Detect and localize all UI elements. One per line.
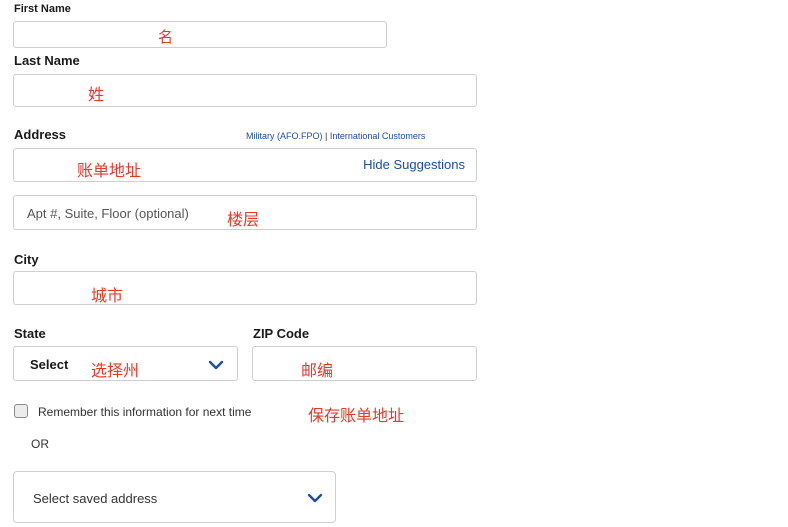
state-selected-value: Select xyxy=(30,357,69,372)
address-annotation: 账单地址 xyxy=(77,161,142,180)
zip-field[interactable] xyxy=(252,346,477,381)
international-customers-link[interactable]: International Customers xyxy=(330,131,426,141)
first-name-label: First Name xyxy=(14,3,71,15)
city-annotation: 城市 xyxy=(91,286,124,305)
city-label: City xyxy=(14,252,39,267)
chevron-down-icon xyxy=(208,360,224,370)
address-links: Military (AFO.FPO) | International Custo… xyxy=(246,131,425,141)
address-label: Address xyxy=(14,127,67,142)
remember-label[interactable]: Remember this information for next time xyxy=(38,405,251,419)
last-name-field[interactable] xyxy=(13,74,477,107)
state-annotation: 选择州 xyxy=(91,361,140,380)
military-link[interactable]: Military (AFO.FPO) xyxy=(246,131,323,141)
last-name-label: Last Name xyxy=(14,53,80,68)
chevron-down-icon xyxy=(307,493,323,503)
remember-checkbox[interactable] xyxy=(14,404,28,418)
apt-placeholder: Apt #, Suite, Floor (optional) xyxy=(27,206,189,221)
apt-annotation: 楼层 xyxy=(227,210,260,229)
state-label: State xyxy=(14,326,46,341)
first-name-field[interactable] xyxy=(13,21,387,48)
remember-annotation: 保存账单地址 xyxy=(308,406,405,425)
hide-suggestions-link[interactable]: Hide Suggestions xyxy=(363,157,465,172)
or-divider-text: OR xyxy=(31,437,49,451)
zip-label: ZIP Code xyxy=(253,326,310,341)
saved-address-select[interactable]: Select saved address xyxy=(13,471,336,523)
zip-annotation: 邮编 xyxy=(301,361,334,380)
last-name-annotation: 姓 xyxy=(88,85,105,104)
link-separator: | xyxy=(325,131,328,141)
first-name-annotation: 名 xyxy=(158,28,174,46)
city-field[interactable] xyxy=(13,271,477,305)
saved-address-selected-value: Select saved address xyxy=(33,491,158,506)
